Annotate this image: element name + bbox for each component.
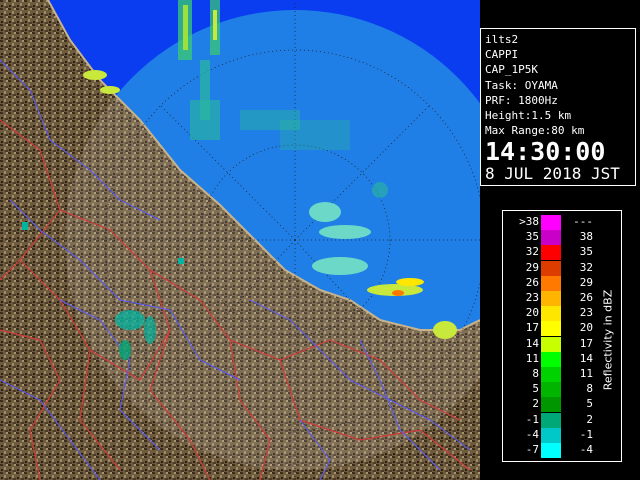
legend-swatch bbox=[541, 291, 561, 306]
legend-low-value: -1 bbox=[525, 412, 539, 426]
legend-swatch bbox=[541, 412, 561, 428]
info-panel: ilts2 CAPPI CAP_1P5K Task: OYAMA PRF: 18… bbox=[480, 28, 636, 186]
legend-swatch bbox=[541, 275, 561, 291]
legend-low-value: 14 bbox=[525, 336, 539, 350]
legend-swatch bbox=[541, 306, 561, 322]
legend-swatch bbox=[541, 351, 561, 367]
observation-time: 14:30:00 bbox=[485, 137, 606, 167]
legend-unit-text: Reflectivity in dBZ bbox=[601, 289, 615, 391]
legend-swatch bbox=[541, 215, 561, 230]
legend-low-value: 32 bbox=[525, 245, 539, 259]
legend-unit-label: Reflectivity in dBZ bbox=[580, 265, 636, 415]
prf-value: PRF: 1800Hz bbox=[485, 93, 558, 107]
legend-swatch bbox=[541, 367, 561, 382]
legend-low-value: 11 bbox=[525, 351, 539, 365]
legend-swatch bbox=[541, 260, 561, 276]
scan-name: CAP_1P5K bbox=[485, 63, 538, 77]
product-type: CAPPI bbox=[485, 48, 519, 62]
legend-low-value: -7 bbox=[525, 443, 539, 456]
legend-high-value: 38 bbox=[579, 230, 593, 244]
legend-row: 35 38 bbox=[503, 230, 621, 246]
max-range-value: Max Range:80 km bbox=[485, 124, 585, 138]
site-name: ilts2 bbox=[485, 33, 519, 46]
legend-high-value: -1 bbox=[579, 427, 593, 441]
legend-swatch bbox=[541, 245, 561, 261]
legend-row: 32 35 bbox=[503, 245, 621, 261]
legend-low-value: 5 bbox=[532, 382, 539, 396]
legend-low-value: 2 bbox=[532, 397, 539, 411]
legend-swatch bbox=[541, 397, 561, 413]
legend-low-value: 17 bbox=[525, 321, 539, 335]
legend-swatch bbox=[541, 443, 561, 458]
legend-swatch bbox=[541, 336, 561, 352]
legend-low-value: 26 bbox=[525, 275, 539, 289]
legend-row: -7 -4 bbox=[503, 443, 621, 458]
legend-row: -4 -1 bbox=[503, 427, 621, 443]
legend-low-value: 23 bbox=[525, 291, 539, 304]
legend-swatch bbox=[541, 427, 561, 443]
legend-low-value: 29 bbox=[525, 260, 539, 274]
observation-date: 8 JUL 2018 JST bbox=[485, 164, 620, 184]
legend-low-value: -4 bbox=[525, 427, 539, 441]
legend-swatch bbox=[541, 382, 561, 398]
task-name: Task: OYAMA bbox=[485, 78, 558, 92]
legend-swatch bbox=[541, 321, 561, 337]
legend-low-value: >38 bbox=[519, 215, 539, 228]
legend-low-value: 20 bbox=[525, 306, 539, 320]
legend-low-value: 8 bbox=[532, 367, 539, 380]
radar-map[interactable] bbox=[0, 0, 480, 480]
legend-high-value: --- bbox=[573, 215, 593, 228]
legend-high-value: 35 bbox=[579, 245, 593, 259]
legend-low-value: 35 bbox=[525, 230, 539, 244]
height-value: Height:1.5 km bbox=[485, 109, 572, 123]
legend-row: >38 --- bbox=[503, 215, 621, 230]
legend-high-value: -4 bbox=[579, 443, 593, 456]
legend-swatch bbox=[541, 230, 561, 246]
